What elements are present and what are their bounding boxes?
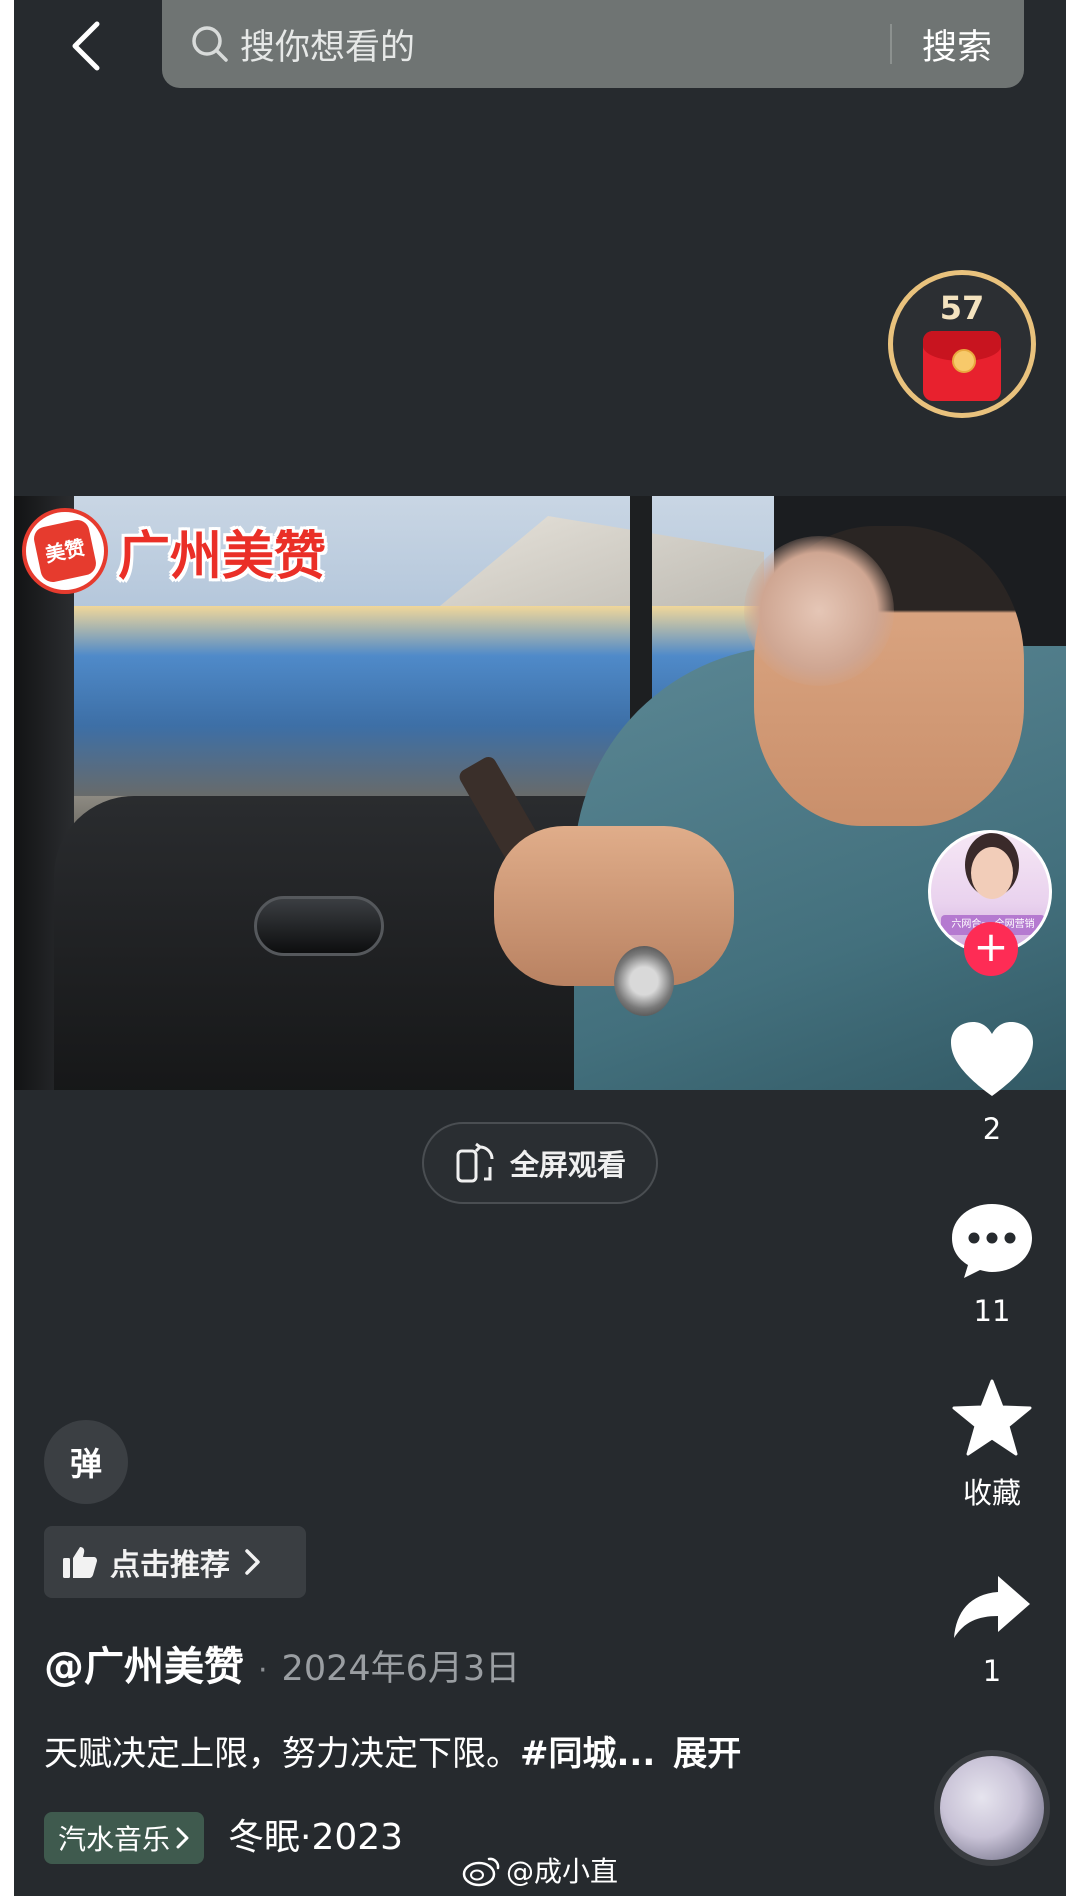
recommend-label: 点击推荐 <box>110 1548 230 1583</box>
fullscreen-button[interactable]: 全屏观看 <box>422 1122 658 1204</box>
app-screen: 搜你想看的 搜索 57 美赞 广州美赞 全屏观看 + 2 11 收藏 1 弹 点… <box>14 0 1066 1896</box>
search-icon <box>192 26 228 62</box>
watermark-text: 广州美赞 <box>118 526 327 587</box>
music-app-tag[interactable]: 汽水音乐 <box>44 1812 205 1864</box>
video-scene-watch <box>614 946 674 1016</box>
weibo-watermark: @成小直 <box>462 1850 618 1890</box>
song-title[interactable]: 冬眠·2023 <box>228 1812 403 1864</box>
favorite-button[interactable]: 收藏 <box>944 1378 1040 1512</box>
author-line: @广州美赞 · 2024年6月3日 <box>44 1634 520 1692</box>
red-envelope-icon <box>923 331 1001 401</box>
comment-button[interactable]: 11 <box>944 1200 1040 1328</box>
video-caption: 天赋决定上限，努力决定下限。#同城... 展开 <box>44 1726 741 1775</box>
search-button[interactable]: 搜索 <box>922 19 992 70</box>
music-disc[interactable] <box>934 1750 1050 1866</box>
chevron-right-icon <box>245 1549 260 1575</box>
recommend-button[interactable]: 点击推荐 <box>44 1526 306 1598</box>
author-name[interactable]: @广州美赞 <box>44 1634 244 1692</box>
follow-button[interactable]: + <box>964 922 1018 976</box>
caption-text: 天赋决定上限，努力决定下限。 <box>44 1734 520 1774</box>
share-count: 1 <box>982 1654 1002 1688</box>
like-button[interactable]: 2 <box>944 1020 1040 1146</box>
video-scene-hands <box>494 826 734 986</box>
video-scene-door-handle <box>254 896 384 956</box>
weibo-handle: @成小直 <box>506 1855 619 1888</box>
music-tag-label: 汽水音乐 <box>58 1823 171 1856</box>
video-player[interactable]: 美赞 广州美赞 <box>14 496 1066 1090</box>
back-button[interactable] <box>54 14 118 78</box>
separator-dot: · <box>258 1653 268 1688</box>
post-date: 2024年6月3日 <box>281 1649 521 1689</box>
like-count: 2 <box>982 1112 1002 1146</box>
comment-bubble-icon <box>952 1204 1032 1278</box>
red-packet-reward-button[interactable]: 57 <box>888 270 1036 418</box>
thumbs-up-icon <box>63 1547 97 1578</box>
fullscreen-label: 全屏观看 <box>509 1148 626 1182</box>
share-button[interactable]: 1 <box>944 1572 1040 1688</box>
search-input[interactable]: 搜你想看的 <box>240 19 890 70</box>
share-arrow-icon <box>954 1576 1030 1638</box>
chevron-right-icon <box>176 1827 189 1849</box>
face-blur <box>744 536 894 686</box>
heart-icon <box>951 1022 1033 1096</box>
expand-button[interactable]: 展开 <box>673 1734 741 1774</box>
favorite-label: 收藏 <box>962 1476 1021 1510</box>
watermark-logo-text: 美赞 <box>31 517 99 585</box>
search-bar[interactable]: 搜你想看的 搜索 <box>162 0 1024 88</box>
search-divider <box>889 24 892 64</box>
danmu-label: 弹 <box>69 1445 102 1483</box>
thumbs-up-logo-icon: 美赞 <box>22 508 108 594</box>
avatar-face <box>971 847 1013 899</box>
comment-count: 11 <box>973 1294 1011 1328</box>
caption-hashtag[interactable]: #同城... <box>520 1734 655 1774</box>
chevron-left-icon <box>72 21 100 71</box>
danmu-toggle-button[interactable]: 弹 <box>44 1420 128 1504</box>
reward-countdown: 57 <box>939 289 985 327</box>
weibo-logo-icon <box>462 1857 500 1887</box>
author-avatar-group: 六网合一·全网营销 + <box>928 830 1052 980</box>
rotate-phone-icon <box>456 1142 494 1183</box>
star-icon <box>952 1379 1032 1456</box>
video-watermark: 美赞 广州美赞 <box>22 508 326 594</box>
